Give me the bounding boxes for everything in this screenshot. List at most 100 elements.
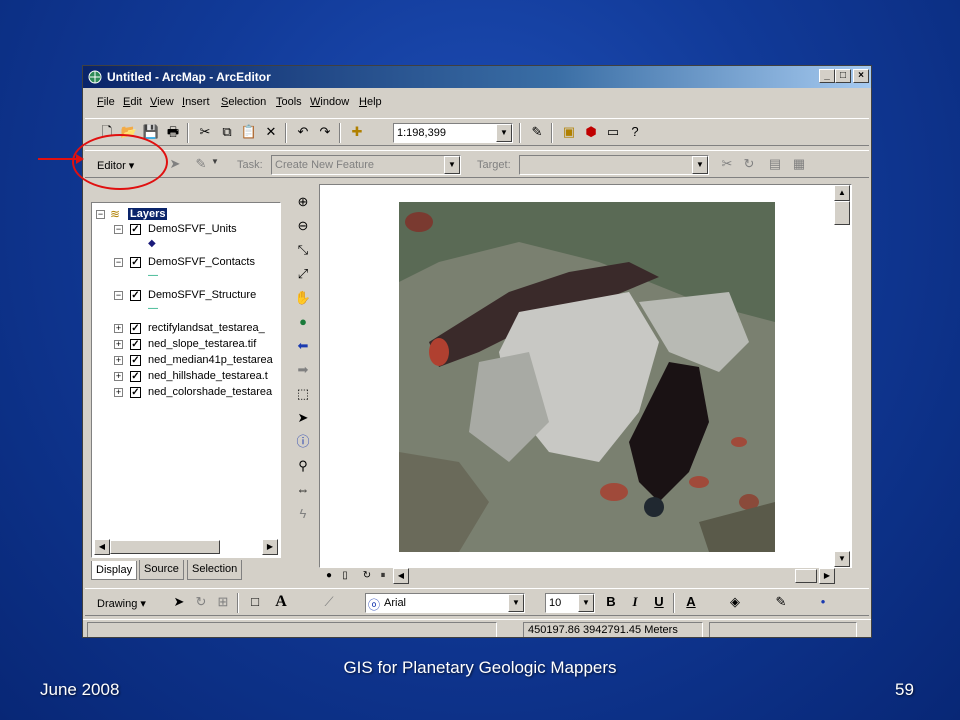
menu-window[interactable]: Window <box>310 96 349 108</box>
scroll-left-icon[interactable]: ◀ <box>94 539 110 555</box>
layer-visibility-checkbox[interactable]: ✓ <box>130 355 141 366</box>
scroll-up-icon[interactable]: ▲ <box>834 185 850 201</box>
zoom-in-icon[interactable]: ⊕ <box>293 192 313 212</box>
data-view-icon[interactable]: ● <box>321 568 337 584</box>
close-button[interactable]: × <box>853 69 869 83</box>
scroll-right-icon[interactable]: ▶ <box>262 539 278 555</box>
toc-layer-row[interactable]: − ✓ DemoSFVF_Units <box>114 222 274 237</box>
title-bar[interactable]: Untitled - ArcMap - ArcEditor _ □ × <box>83 66 871 88</box>
edit-tool-icon[interactable]: ➤ <box>165 154 185 174</box>
collapse-icon[interactable]: − <box>114 291 123 300</box>
toc-layer-row[interactable]: − ✓ DemoSFVF_Structure <box>114 288 274 303</box>
menu-edit[interactable]: Edit <box>123 96 142 108</box>
forward-arrow-icon[interactable]: ➡ <box>293 360 313 380</box>
line-color-icon[interactable]: ✎ <box>771 592 791 612</box>
tab-selection[interactable]: Selection <box>187 560 243 580</box>
edit-vertices-icon[interactable]: ⟋ <box>319 592 339 612</box>
add-data-icon[interactable]: ✚ <box>347 122 367 142</box>
toc-layer-row[interactable]: + ✓ ned_hillshade_testarea.t <box>114 369 280 384</box>
attributes-icon[interactable]: ▤ <box>765 154 785 174</box>
rectangle-tool-icon[interactable]: □ <box>245 592 265 612</box>
toc-scroll-thumb[interactable] <box>110 540 220 554</box>
chevron-down-icon[interactable]: ▼ <box>578 594 594 612</box>
rotate-icon[interactable]: ↻ <box>191 592 211 612</box>
table-of-contents[interactable]: − ≋ Layers − ✓ DemoSFVF_Units ◆ − ✓ Demo… <box>91 202 281 558</box>
tab-source[interactable]: Source <box>139 560 184 580</box>
layer-visibility-checkbox[interactable]: ✓ <box>130 323 141 334</box>
fill-color-icon[interactable]: ◈ <box>725 592 745 612</box>
print-icon[interactable]: 🖶 <box>163 122 183 142</box>
menu-view[interactable]: View <box>150 96 174 108</box>
chevron-down-icon[interactable]: ▼ <box>508 594 524 612</box>
rotate-tool-icon[interactable]: ↻ <box>739 154 759 174</box>
chevron-down-icon[interactable]: ▼ <box>211 157 219 166</box>
map-scale-combo[interactable]: 1:198,399 ▼ <box>393 123 513 143</box>
toc-layer-row[interactable]: + ✓ ned_colorshade_testarea <box>114 385 280 400</box>
full-extent-globe-icon[interactable]: ● <box>293 312 313 332</box>
menu-insert[interactable]: Insert <box>182 96 210 108</box>
select-elements-pointer-icon[interactable]: ➤ <box>293 408 313 428</box>
font-color-icon[interactable]: A <box>681 592 701 612</box>
chevron-down-icon[interactable]: ▼ <box>692 156 708 174</box>
pan-hand-icon[interactable]: ✋ <box>293 288 313 308</box>
toc-layer-row[interactable]: + ✓ ned_median41p_testarea <box>114 353 280 368</box>
layer-visibility-checkbox[interactable]: ✓ <box>130 387 141 398</box>
layer-visibility-checkbox[interactable]: ✓ <box>130 290 141 301</box>
expand-icon[interactable]: + <box>114 388 123 397</box>
scroll-down-icon[interactable]: ▼ <box>834 551 850 567</box>
arctoolbox-icon[interactable]: ⬢ <box>581 122 601 142</box>
split-tool-icon[interactable]: ✂ <box>717 154 737 174</box>
toc-layer-row[interactable]: + ✓ ned_slope_testarea.tif <box>114 337 280 352</box>
map-vscroll-thumb[interactable] <box>834 201 850 225</box>
toc-layer-row[interactable]: − ✓ DemoSFVF_Contacts <box>114 255 274 270</box>
scroll-left-icon[interactable]: ◀ <box>393 568 409 584</box>
menu-help[interactable]: Help <box>359 96 382 108</box>
sketch-properties-icon[interactable]: ▦ <box>789 154 809 174</box>
refresh-icon[interactable]: ↻ <box>359 568 375 584</box>
map-display[interactable]: ▲ ▼ <box>319 184 852 568</box>
redo-icon[interactable]: ↷ <box>315 122 335 142</box>
select-features-icon[interactable]: ⬚ <box>293 384 313 404</box>
whats-this-help-icon[interactable]: ? <box>625 122 645 142</box>
toc-root-label[interactable]: Layers <box>128 208 168 220</box>
collapse-icon[interactable]: − <box>96 210 105 219</box>
marker-color-icon[interactable]: • <box>813 592 833 612</box>
expand-icon[interactable]: + <box>114 372 123 381</box>
command-line-icon[interactable]: ▭ <box>603 122 623 142</box>
tab-display[interactable]: Display <box>91 561 138 580</box>
text-tool-icon[interactable]: A <box>271 592 291 612</box>
expand-icon[interactable]: + <box>114 340 123 349</box>
editor-toolbar-toggle-icon[interactable]: ✎ <box>527 122 547 142</box>
arccatalog-icon[interactable]: ▣ <box>559 122 579 142</box>
font-size-combo[interactable]: 10 ▼ <box>545 593 595 613</box>
copy-icon[interactable]: ⧉ <box>217 122 237 142</box>
hyperlink-lightning-icon[interactable]: ϟ <box>293 504 313 524</box>
layer-visibility-checkbox[interactable]: ✓ <box>130 224 141 235</box>
back-arrow-icon[interactable]: ⬅ <box>293 336 313 356</box>
layer-visibility-checkbox[interactable]: ✓ <box>130 371 141 382</box>
menu-file[interactable]: File <box>97 96 115 108</box>
menu-selection[interactable]: Selection <box>221 96 266 108</box>
expand-icon[interactable]: + <box>114 324 123 333</box>
chevron-down-icon[interactable]: ▼ <box>496 124 512 142</box>
font-combo[interactable]: ⓞ Arial ▼ <box>365 593 525 613</box>
bold-button[interactable]: B <box>601 592 621 612</box>
undo-icon[interactable]: ↶ <box>293 122 313 142</box>
sketch-pencil-icon[interactable]: ✎ <box>191 154 211 174</box>
chevron-down-icon[interactable]: ▼ <box>444 156 460 174</box>
find-binoculars-icon[interactable]: ⚲ <box>293 456 313 476</box>
expand-icon[interactable]: + <box>114 356 123 365</box>
fixed-zoom-out-icon[interactable]: ⤢ <box>293 264 313 284</box>
italic-button[interactable]: I <box>625 592 645 612</box>
measure-icon[interactable]: ⇔ <box>293 480 313 500</box>
select-elements-icon[interactable]: ➤ <box>169 592 189 612</box>
drawing-menu-button[interactable]: Drawing ▾ <box>97 597 146 610</box>
task-combo[interactable]: Create New Feature ▼ <box>271 155 461 175</box>
minimize-button[interactable]: _ <box>819 69 835 83</box>
underline-button[interactable]: U <box>649 592 669 612</box>
zoom-out-icon[interactable]: ⊖ <box>293 216 313 236</box>
zoom-whole-page-icon[interactable]: ⊞ <box>213 592 233 612</box>
landsat-satellite-image[interactable] <box>399 202 775 552</box>
paste-icon[interactable]: 📋 <box>239 122 259 142</box>
layout-view-icon[interactable]: ▯ <box>337 568 353 584</box>
